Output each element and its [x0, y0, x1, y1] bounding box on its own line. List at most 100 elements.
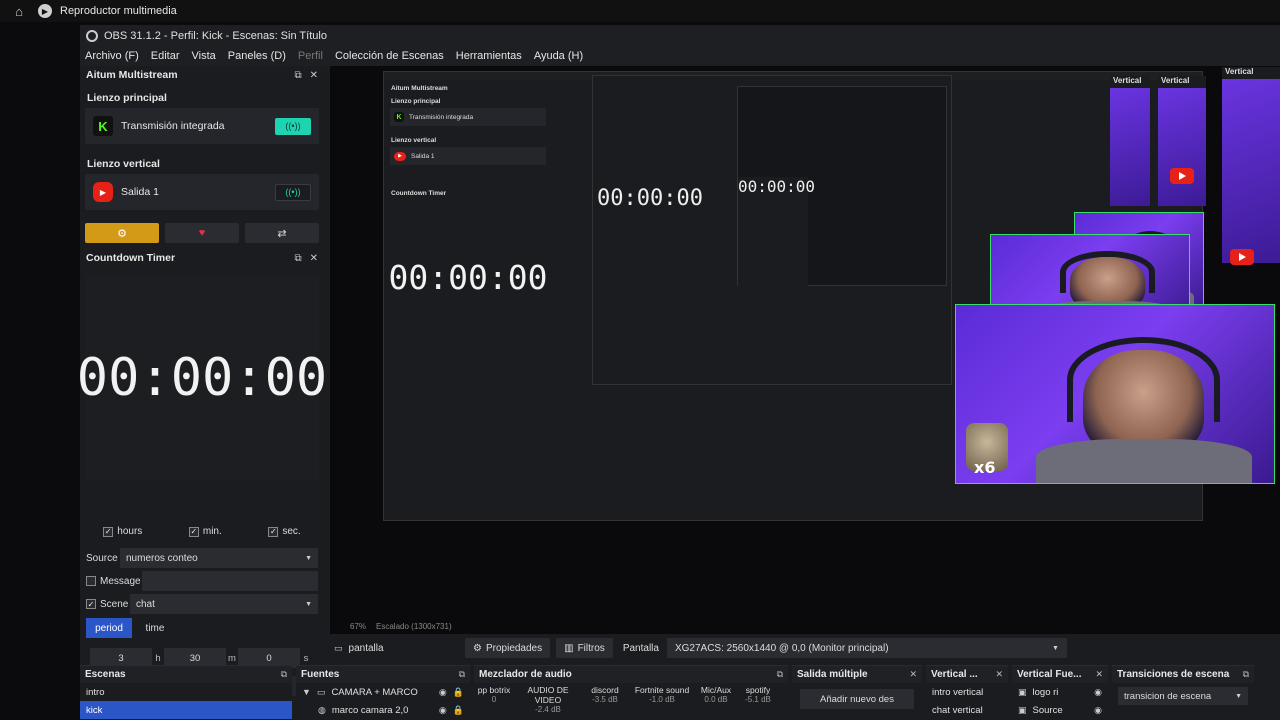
- scene-item-kick[interactable]: kick: [80, 701, 292, 719]
- message-checkbox[interactable]: Message: [86, 576, 142, 587]
- channel-db: -3.5 dB: [592, 695, 618, 704]
- multi-output-title: Salida múltiple: [797, 669, 868, 680]
- mixer-channel: discord -3.5 dB: [585, 685, 625, 714]
- multistream-dock-header: Aitum Multistream ⧉ ✕: [80, 66, 324, 84]
- sec-checkbox[interactable]: ✓ sec.: [268, 526, 301, 537]
- share-button[interactable]: ⇄: [245, 223, 319, 243]
- menu-tools[interactable]: Herramientas: [456, 50, 522, 62]
- mixer-channels: pp botrix 0 AUDIO DE VIDEO -2.4 dB discord…: [474, 683, 788, 716]
- float-icon[interactable]: ⧉: [459, 669, 465, 680]
- eye-icon[interactable]: ◉: [1094, 705, 1102, 716]
- nested-vertical-label: Lienzo vertical: [391, 137, 437, 144]
- zoom-level[interactable]: 67%: [350, 622, 366, 631]
- vertical-scene-item[interactable]: intro vertical: [926, 683, 1008, 701]
- scene-select[interactable]: chat ▼: [130, 594, 318, 614]
- float-icon[interactable]: ⧉: [294, 253, 301, 264]
- eye-icon[interactable]: ◉: [1094, 687, 1102, 698]
- vertical-service-row: ▶ Salida 1 ((•)): [85, 174, 319, 210]
- vertical-scenes-title: Vertical ...: [931, 669, 978, 680]
- channel-name: Mic/Aux: [700, 685, 732, 695]
- image-icon: ▣: [1018, 686, 1027, 697]
- media-player-bar: ⌂ ▶ Reproductor multimedia: [0, 0, 1280, 22]
- filters-button[interactable]: ▥ Filtros: [556, 638, 613, 658]
- sources-title: Fuentes: [301, 669, 340, 680]
- vertical-scene-item[interactable]: chat vertical: [926, 701, 1008, 719]
- scene-item-intro[interactable]: intro: [80, 683, 292, 701]
- monitor-select[interactable]: XG27ACS: 2560x1440 @ 0,0 (Monitor princi…: [666, 638, 1067, 658]
- close-icon[interactable]: ✕: [310, 70, 318, 81]
- main-stream-toggle[interactable]: ((•)): [275, 117, 311, 135]
- min-checkbox[interactable]: ✓ min.: [188, 526, 222, 537]
- float-icon[interactable]: ⧉: [1243, 669, 1249, 680]
- source-select[interactable]: numeros conteo ▼: [120, 548, 318, 568]
- vertical-stream-toggle[interactable]: ((•)): [275, 183, 311, 201]
- settings-button[interactable]: ⚙: [85, 223, 159, 243]
- menu-help[interactable]: Ayuda (H): [534, 50, 583, 62]
- tab-period[interactable]: period: [86, 618, 132, 638]
- hours-label: hours: [117, 526, 143, 537]
- eye-icon[interactable]: ◉: [439, 687, 447, 698]
- nested-main-label: Lienzo principal: [391, 98, 441, 105]
- menu-profile[interactable]: Perfil: [298, 50, 323, 62]
- close-icon[interactable]: ✕: [1095, 669, 1103, 680]
- main-service-row: K Transmisión integrada ((•)): [85, 108, 319, 144]
- properties-button[interactable]: ⚙ Propiedades: [465, 638, 551, 658]
- vertical-source-item[interactable]: ▣ Source ◉: [1012, 701, 1108, 719]
- current-source-name: pantalla: [348, 642, 384, 654]
- tab-time[interactable]: time: [132, 618, 178, 638]
- menu-file[interactable]: Archivo (F): [85, 50, 139, 62]
- shirt-shape: [1035, 438, 1252, 483]
- youtube-icon: ▶: [93, 182, 113, 202]
- scene-item-label: intro: [86, 686, 105, 698]
- menu-edit[interactable]: Editar: [151, 50, 180, 62]
- channel-db: -2.4 dB: [535, 705, 561, 714]
- vertical-source-label: logo ri: [1032, 686, 1059, 698]
- hours-unit: h: [155, 652, 161, 664]
- image-icon: ◍: [318, 704, 326, 715]
- countdown-dock-header: Countdown Timer ⧉ ✕: [80, 249, 324, 267]
- lock-icon[interactable]: 🔒: [453, 687, 464, 698]
- check-icon: ✓: [103, 526, 114, 537]
- menu-view[interactable]: Vista: [192, 50, 216, 62]
- source-item-marco-camara[interactable]: ◍ marco camara 2,0 ◉ 🔒: [296, 701, 470, 719]
- vertical-service-name: Salida 1: [121, 186, 159, 198]
- float-icon[interactable]: ⧉: [281, 669, 287, 680]
- transitions-dock: Transiciones de escena ⧉ transicion de es…: [1112, 665, 1254, 720]
- transition-select[interactable]: transicion de escena ▼: [1118, 687, 1248, 705]
- source-item-camara-marco[interactable]: ▼ ▭ CAMARA + MARCO ◉ 🔒: [296, 683, 470, 701]
- nested-countdown-title: Countdown Timer: [391, 190, 447, 197]
- left-dock: Aitum Multistream ⧉ ✕ Lienzo principal K …: [77, 66, 327, 696]
- mixer-channel: pp botrix 0: [477, 685, 511, 714]
- source-toolbar: ▭ pantalla ⚙ Propiedades ▥ Filtros Pantalla…: [330, 637, 1280, 659]
- vertical-preview-medium: Vertical: [1158, 76, 1206, 206]
- scene-label: Scene: [100, 598, 129, 610]
- mixer-title: Mezclador de audio: [479, 669, 572, 680]
- multistream-title: Aitum Multistream: [86, 69, 178, 81]
- channel-db: 0: [491, 695, 497, 704]
- chevron-down-icon: ▼: [305, 554, 312, 562]
- menu-docks[interactable]: Paneles (D): [228, 50, 286, 62]
- add-output-button[interactable]: Añadir nuevo des: [800, 689, 914, 709]
- preview-canvas[interactable]: Aitum Multistream Lienzo principal K Tran…: [330, 66, 1280, 618]
- menu-scene-collection[interactable]: Colección de Escenas: [335, 50, 444, 62]
- multistream-actions: ⚙ ♥ ⇄: [85, 223, 319, 243]
- close-icon[interactable]: ✕: [310, 253, 318, 264]
- message-input[interactable]: [142, 571, 318, 591]
- vertical-scenes-dock: Vertical ... ✕ intro vertical chat vertic…: [926, 665, 1008, 720]
- hours-checkbox[interactable]: ✓ hours: [103, 526, 142, 537]
- countdown-display: 00:00:00: [77, 275, 327, 480]
- vertical-source-item[interactable]: ▣ logo ri ◉: [1012, 683, 1108, 701]
- camera-feed-main: x6: [955, 304, 1275, 484]
- nested-timer-2: 00:00:00: [597, 186, 703, 211]
- lock-icon[interactable]: 🔒: [453, 705, 464, 716]
- home-icon[interactable]: ⌂: [8, 4, 30, 19]
- main-service-name: Transmisión integrada: [121, 120, 225, 132]
- close-icon[interactable]: ✕: [995, 669, 1003, 680]
- donate-button[interactable]: ♥: [165, 223, 239, 243]
- scene-checkbox[interactable]: ✓ Scene: [86, 599, 130, 610]
- kick-icon: K: [93, 116, 113, 136]
- float-icon[interactable]: ⧉: [294, 70, 301, 81]
- close-icon[interactable]: ✕: [909, 669, 917, 680]
- eye-icon[interactable]: ◉: [439, 705, 447, 716]
- float-icon[interactable]: ⧉: [777, 669, 783, 680]
